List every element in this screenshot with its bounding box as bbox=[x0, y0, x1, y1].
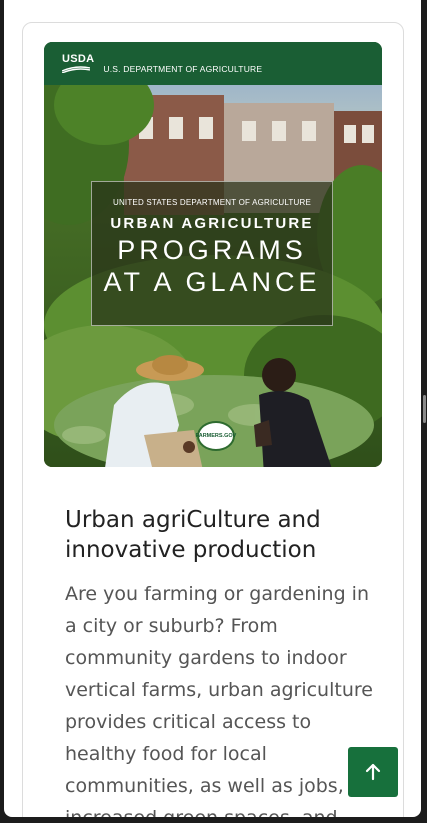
scrollbar-thumb[interactable] bbox=[423, 395, 426, 423]
cover-title-line1: URBAN AGRICULTURE bbox=[110, 215, 314, 232]
card-description: Are you farming or gardening in a city o… bbox=[65, 583, 373, 817]
cover-title-box: UNITED STATES DEPARTMENT OF AGRICULTURE … bbox=[91, 181, 333, 326]
card-title[interactable]: Urban agriCulture and innovative product… bbox=[65, 505, 385, 565]
cover-kicker: UNITED STATES DEPARTMENT OF AGRICULTURE bbox=[112, 198, 312, 207]
department-name: U.S. DEPARTMENT OF AGRICULTURE bbox=[103, 63, 263, 74]
cover-title-line3: AT A GLANCE bbox=[103, 267, 321, 297]
usda-logo-swoosh-icon bbox=[62, 66, 90, 73]
cover-title-line2: PROGRAMS bbox=[117, 235, 307, 265]
page-viewport: USDA U.S. DEPARTMENT OF AGRICULTURE UNIT… bbox=[4, 0, 421, 817]
usda-logo: USDA bbox=[62, 54, 94, 73]
farmers-gov-badge: FARMERS.GOV bbox=[196, 421, 236, 451]
program-card: USDA U.S. DEPARTMENT OF AGRICULTURE UNIT… bbox=[22, 22, 404, 817]
publication-cover-image[interactable]: USDA U.S. DEPARTMENT OF AGRICULTURE UNIT… bbox=[44, 42, 382, 467]
arrow-up-icon bbox=[365, 763, 381, 781]
back-to-top-button[interactable] bbox=[348, 747, 398, 797]
cover-header-bar: USDA U.S. DEPARTMENT OF AGRICULTURE bbox=[44, 42, 382, 85]
